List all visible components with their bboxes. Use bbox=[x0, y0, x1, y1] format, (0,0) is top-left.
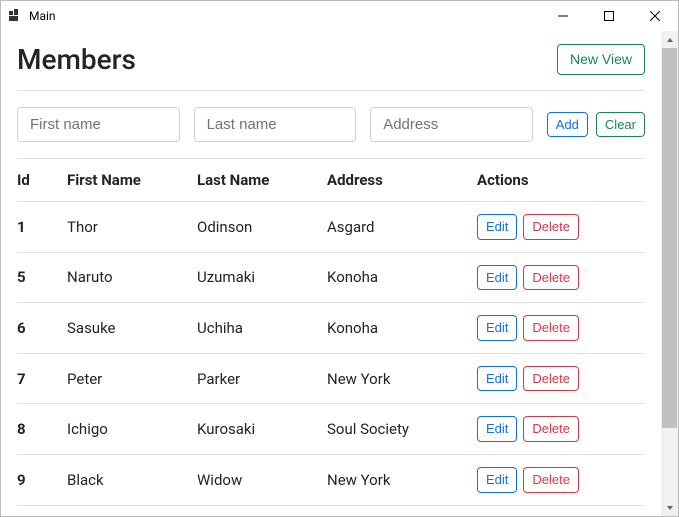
minimize-button[interactable] bbox=[540, 1, 586, 31]
delete-button[interactable]: Delete bbox=[523, 315, 579, 341]
delete-button[interactable]: Delete bbox=[523, 416, 579, 442]
cell-address: Asgard bbox=[327, 202, 477, 253]
col-header-first-name: First Name bbox=[67, 159, 197, 202]
cell-first-name: Black bbox=[67, 454, 197, 505]
edit-button[interactable]: Edit bbox=[477, 265, 517, 291]
cell-last-name: Uzumaki bbox=[197, 252, 327, 303]
cell-id: 1 bbox=[17, 202, 67, 253]
cell-actions: EditDelete bbox=[477, 303, 645, 354]
cell-last-name: Odinson bbox=[197, 202, 327, 253]
col-header-id: Id bbox=[17, 159, 67, 202]
cell-last-name: Kurosaki bbox=[197, 404, 327, 455]
page-title: Members bbox=[17, 43, 136, 76]
cell-last-name: Uchiha bbox=[197, 303, 327, 354]
cell-id: 7 bbox=[17, 353, 67, 404]
cell-id: 9 bbox=[17, 454, 67, 505]
cell-actions: EditDelete bbox=[477, 353, 645, 404]
cell-id: 5 bbox=[17, 252, 67, 303]
cell-id: 8 bbox=[17, 404, 67, 455]
add-member-form: Add Clear bbox=[17, 107, 645, 142]
last-name-input[interactable] bbox=[194, 107, 357, 142]
content-area: Members New View Add Clear Id First Na bbox=[1, 31, 661, 516]
cell-last-name: Parker bbox=[197, 353, 327, 404]
cell-address: New York bbox=[327, 454, 477, 505]
cell-address: Konoha bbox=[327, 252, 477, 303]
address-input[interactable] bbox=[370, 107, 533, 142]
cell-address: New York bbox=[327, 353, 477, 404]
divider bbox=[17, 90, 645, 91]
delete-button[interactable]: Delete bbox=[523, 265, 579, 291]
cell-id: 6 bbox=[17, 303, 67, 354]
table-row: 1ThorOdinsonAsgardEditDelete bbox=[17, 202, 645, 253]
cell-actions: EditDelete bbox=[477, 404, 645, 455]
titlebar: Main bbox=[1, 1, 678, 31]
members-table: Id First Name Last Name Address Actions … bbox=[17, 159, 645, 506]
edit-button[interactable]: Edit bbox=[477, 416, 517, 442]
cell-address: Soul Society bbox=[327, 404, 477, 455]
table-row: 8IchigoKurosakiSoul SocietyEditDelete bbox=[17, 404, 645, 455]
col-header-address: Address bbox=[327, 159, 477, 202]
scroll-down-arrow[interactable] bbox=[661, 499, 678, 516]
first-name-input[interactable] bbox=[17, 107, 180, 142]
delete-button[interactable]: Delete bbox=[523, 366, 579, 392]
cell-actions: EditDelete bbox=[477, 252, 645, 303]
cell-actions: EditDelete bbox=[477, 202, 645, 253]
cell-first-name: Thor bbox=[67, 202, 197, 253]
vertical-scrollbar[interactable] bbox=[661, 31, 678, 516]
edit-button[interactable]: Edit bbox=[477, 315, 517, 341]
col-header-last-name: Last Name bbox=[197, 159, 327, 202]
table-row: 5NarutoUzumakiKonohaEditDelete bbox=[17, 252, 645, 303]
edit-button[interactable]: Edit bbox=[477, 366, 517, 392]
clear-button[interactable]: Clear bbox=[596, 112, 645, 138]
cell-first-name: Peter bbox=[67, 353, 197, 404]
cell-first-name: Naruto bbox=[67, 252, 197, 303]
cell-last-name: Widow bbox=[197, 454, 327, 505]
add-button[interactable]: Add bbox=[547, 112, 588, 138]
new-view-button[interactable]: New View bbox=[557, 44, 645, 75]
col-header-actions: Actions bbox=[477, 159, 645, 202]
close-button[interactable] bbox=[632, 1, 678, 31]
cell-address: Konoha bbox=[327, 303, 477, 354]
maximize-button[interactable] bbox=[586, 1, 632, 31]
scroll-thumb[interactable] bbox=[662, 48, 677, 428]
window-title: Main bbox=[29, 9, 56, 23]
table-row: 7PeterParkerNew YorkEditDelete bbox=[17, 353, 645, 404]
edit-button[interactable]: Edit bbox=[477, 214, 517, 240]
cell-first-name: Ichigo bbox=[67, 404, 197, 455]
delete-button[interactable]: Delete bbox=[523, 467, 579, 493]
cell-first-name: Sasuke bbox=[67, 303, 197, 354]
delete-button[interactable]: Delete bbox=[523, 214, 579, 240]
scroll-up-arrow[interactable] bbox=[661, 31, 678, 48]
edit-button[interactable]: Edit bbox=[477, 467, 517, 493]
table-row: 9BlackWidowNew YorkEditDelete bbox=[17, 454, 645, 505]
table-row: 6SasukeUchihaKonohaEditDelete bbox=[17, 303, 645, 354]
cell-actions: EditDelete bbox=[477, 454, 645, 505]
app-icon bbox=[9, 9, 23, 23]
app-window: Main Members New View bbox=[0, 0, 679, 517]
